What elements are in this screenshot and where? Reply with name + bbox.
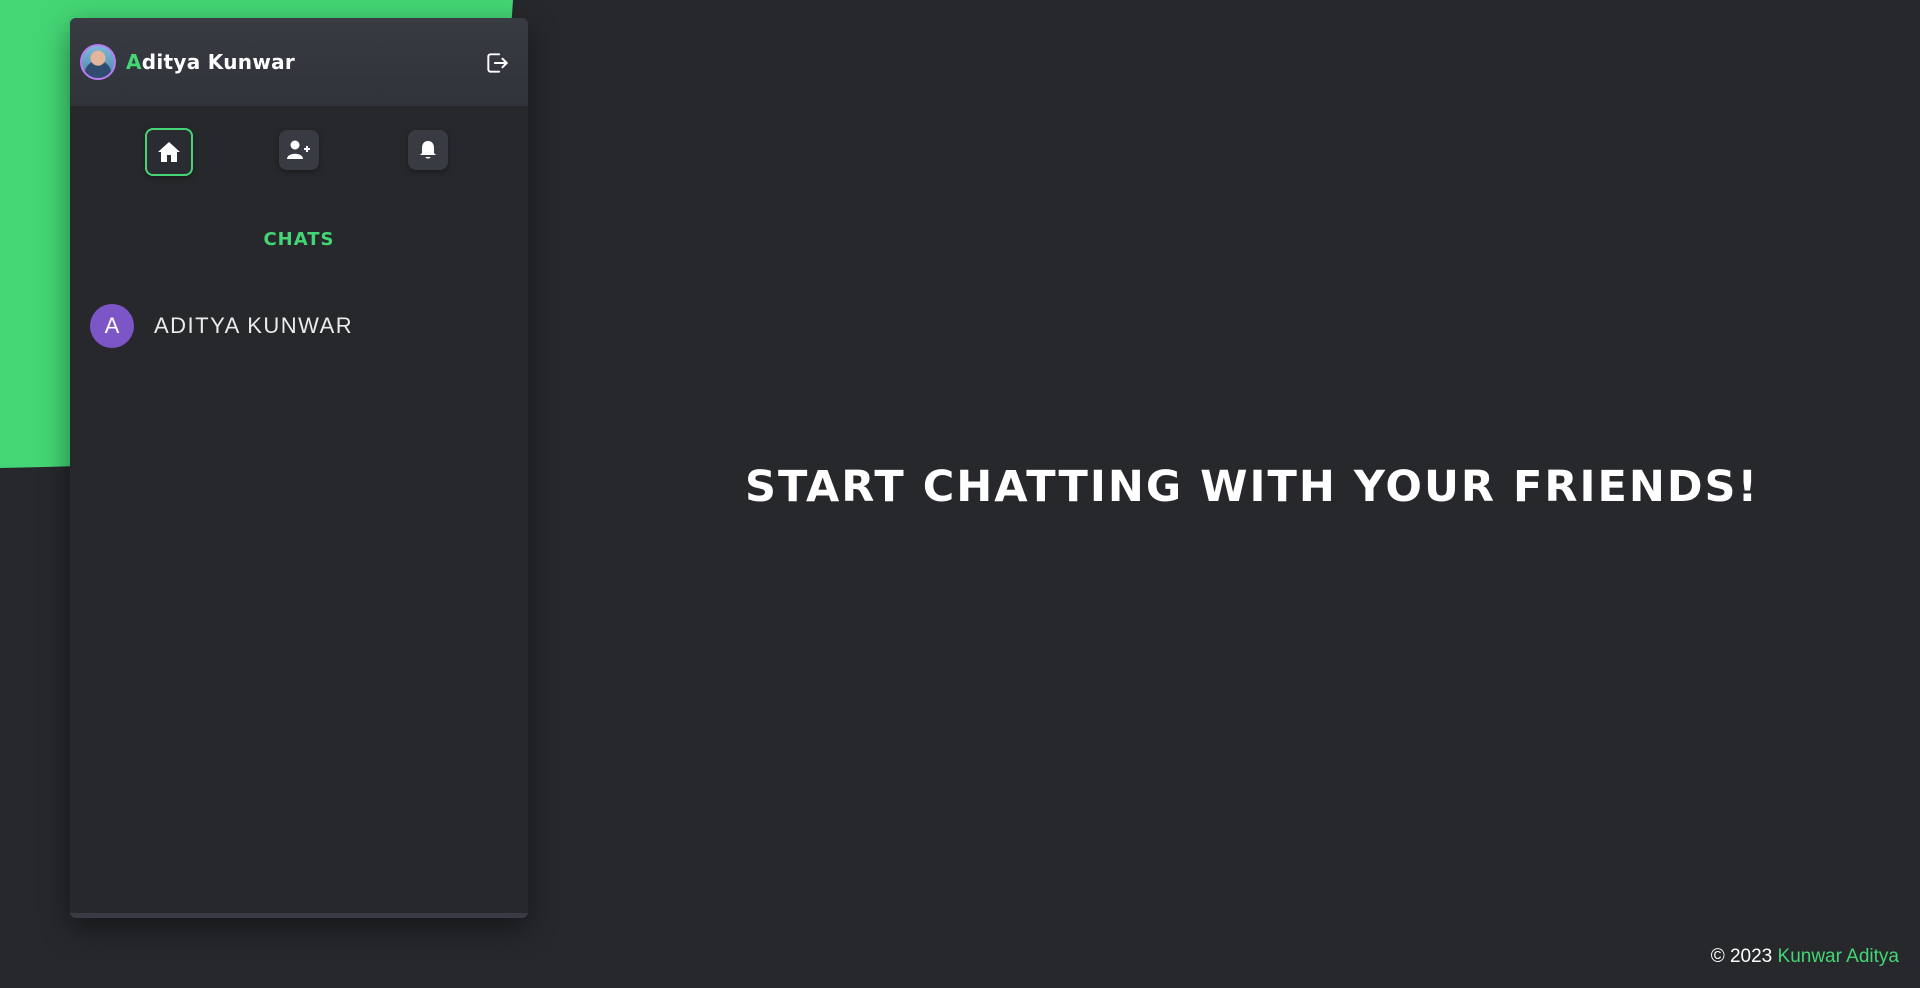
bell-icon xyxy=(420,141,436,159)
sidebar-header: Aditya Kunwar xyxy=(70,18,528,106)
sidebar-panel: Aditya Kunwar CHATS A ADITYA KUNWAR xyxy=(70,18,528,918)
chat-list-item[interactable]: A ADITYA KUNWAR xyxy=(90,300,508,352)
chat-avatar: A xyxy=(90,304,134,348)
chats-title: CHATS xyxy=(263,229,335,250)
home-icon xyxy=(158,142,180,162)
user-name-rest: ditya Kunwar xyxy=(141,50,296,74)
nav-bar xyxy=(70,106,528,206)
panel-bottom-bar xyxy=(70,913,528,918)
footer-author-link[interactable]: Kunwar Aditya xyxy=(1778,946,1899,967)
logout-icon xyxy=(487,53,508,73)
user-avatar[interactable] xyxy=(80,44,116,80)
footer-copyright: © 2023 xyxy=(1710,946,1773,967)
add-user-icon xyxy=(287,140,310,159)
user-name: Aditya Kunwar xyxy=(126,50,295,74)
nav-home-button[interactable] xyxy=(145,128,193,176)
chat-name: ADITYA KUNWAR xyxy=(154,313,354,338)
nav-add-friend-button[interactable] xyxy=(279,130,319,170)
empty-state-message: START CHATTING WITH YOUR FRIENDS! xyxy=(745,462,1760,512)
user-name-first-letter: A xyxy=(126,50,142,74)
footer: © 2023 Kunwar Aditya xyxy=(1711,946,1899,968)
logout-button[interactable] xyxy=(484,50,510,76)
nav-notifications-button[interactable] xyxy=(408,130,448,170)
